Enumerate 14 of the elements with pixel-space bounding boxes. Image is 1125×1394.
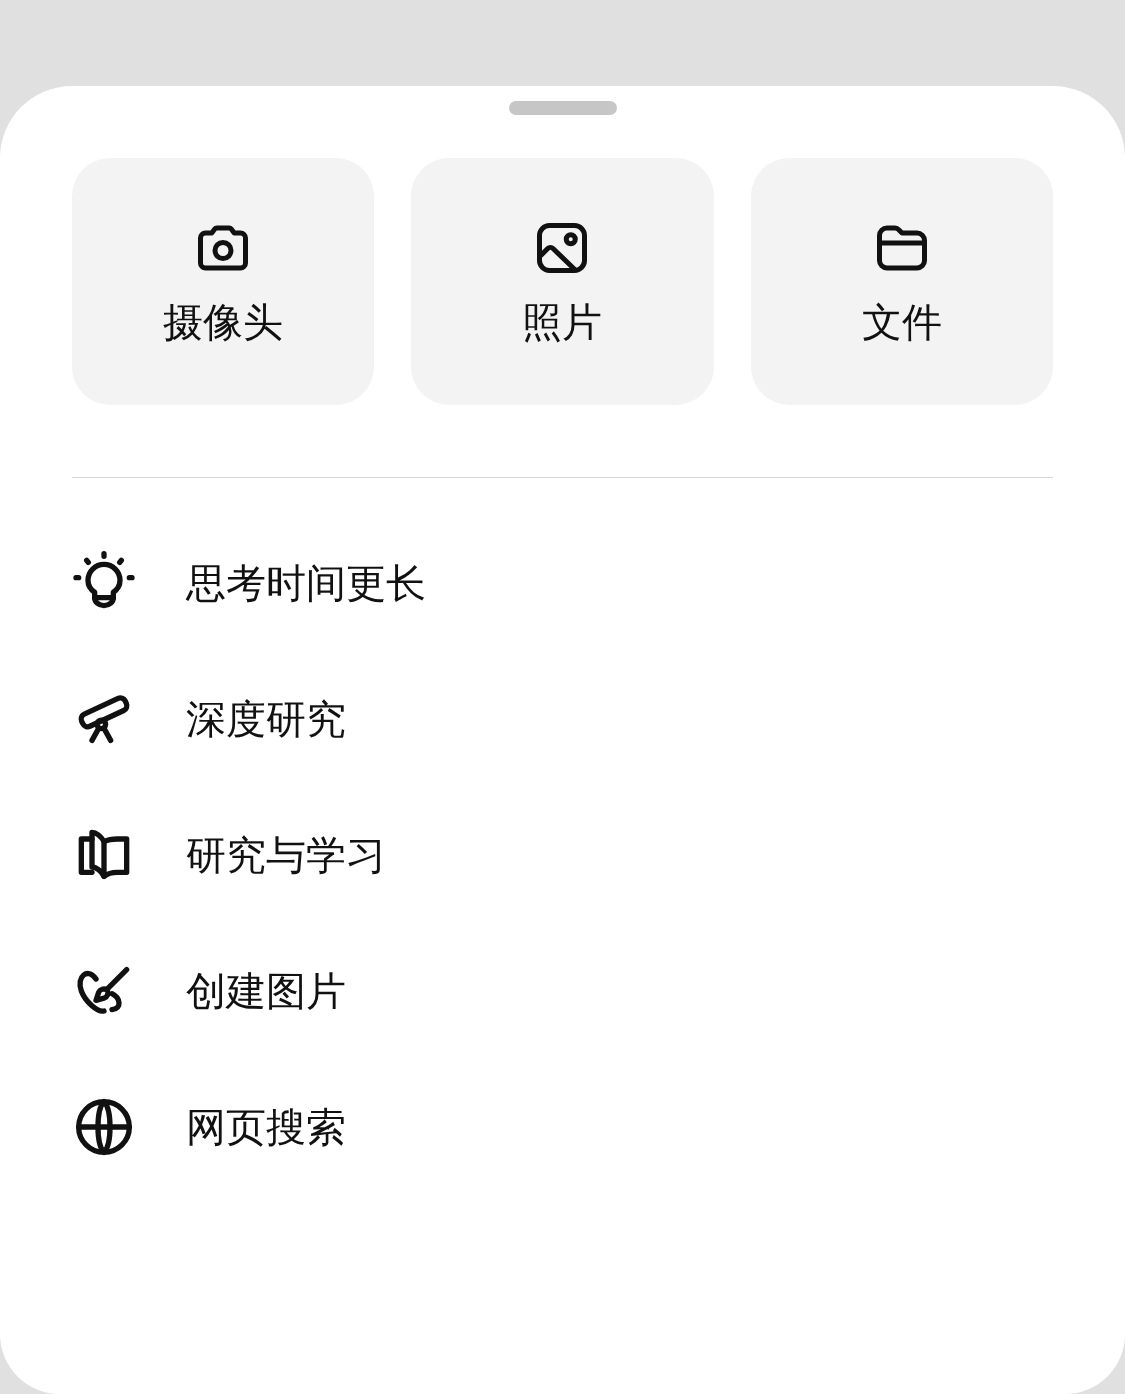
menu-item[interactable]: 创建图片: [72, 923, 1053, 1059]
menu-item[interactable]: 思考时间更长: [72, 515, 1053, 651]
menu-item-label: 深度研究: [186, 694, 346, 744]
attachment-button[interactable]: 摄像头: [72, 158, 375, 405]
attachment-button[interactable]: 照片: [411, 158, 714, 405]
menu-item[interactable]: 研究与学习: [72, 787, 1053, 923]
menu-item[interactable]: 网页搜索: [72, 1059, 1053, 1195]
drag-handle[interactable]: [508, 101, 617, 115]
menu-item-label: 研究与学习: [186, 830, 386, 880]
menu-item-label: 网页搜索: [186, 1102, 346, 1152]
menu-item[interactable]: 深度研究: [72, 651, 1053, 787]
menu-item-label: 创建图片: [186, 966, 346, 1016]
menu-item-label: 思考时间更长: [186, 558, 426, 608]
attachment-button[interactable]: 文件: [750, 158, 1053, 405]
